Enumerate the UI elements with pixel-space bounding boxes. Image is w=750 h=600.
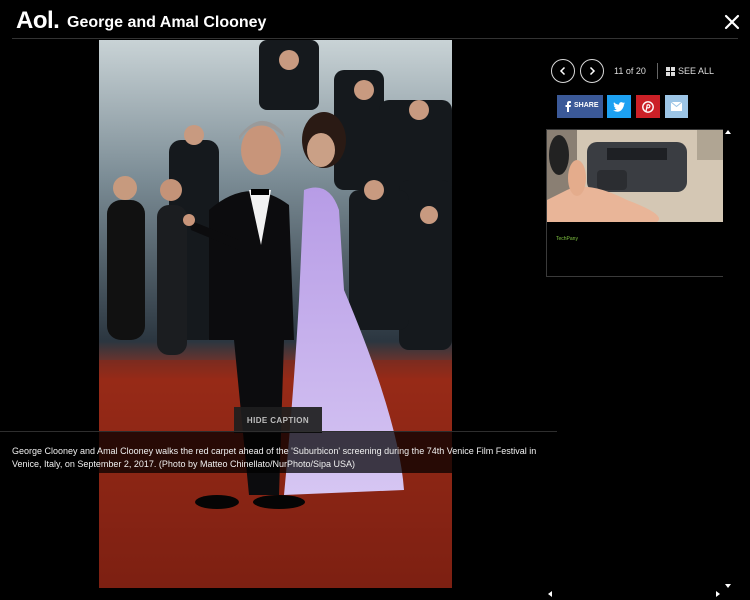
pinterest-icon <box>642 101 654 113</box>
grid-icon <box>666 67 675 76</box>
advertisement[interactable] <box>546 129 724 277</box>
pinterest-share-button[interactable] <box>636 95 660 118</box>
facebook-icon <box>565 101 571 112</box>
see-all-button[interactable]: SEE ALL <box>678 66 714 76</box>
header-divider <box>12 38 738 39</box>
scroll-up-arrow[interactable] <box>725 130 731 134</box>
chevron-left-icon <box>559 66 566 76</box>
horizontal-scrollbar[interactable] <box>546 589 722 598</box>
mail-icon <box>671 102 682 111</box>
email-share-button[interactable] <box>665 95 688 118</box>
twitter-share-button[interactable] <box>607 95 631 118</box>
facebook-share-label: SHARE <box>574 102 599 109</box>
vertical-scrollbar[interactable] <box>723 129 732 598</box>
previous-button[interactable] <box>551 59 575 83</box>
slide-counter: 11 of 20 <box>614 66 646 76</box>
ad-image <box>547 130 723 222</box>
chevron-right-icon <box>589 66 596 76</box>
scroll-left-arrow[interactable] <box>548 591 552 597</box>
gallery-photo <box>99 40 452 588</box>
scroll-down-arrow[interactable] <box>725 584 731 588</box>
aol-logo[interactable]: Aol. <box>16 7 60 35</box>
close-icon[interactable] <box>722 12 742 32</box>
photo-caption: George Clooney and Amal Clooney walks th… <box>12 446 537 469</box>
ad-brand-logo[interactable]: TechPany <box>556 236 578 242</box>
gallery-title: George and Amal Clooney <box>67 14 267 31</box>
scroll-right-arrow[interactable] <box>716 591 720 597</box>
hide-caption-button[interactable]: HIDE CAPTION <box>234 407 322 433</box>
next-button[interactable] <box>580 59 604 83</box>
counter-divider <box>657 63 658 79</box>
facebook-share-button[interactable]: SHARE <box>557 95 603 118</box>
twitter-icon <box>613 102 625 112</box>
